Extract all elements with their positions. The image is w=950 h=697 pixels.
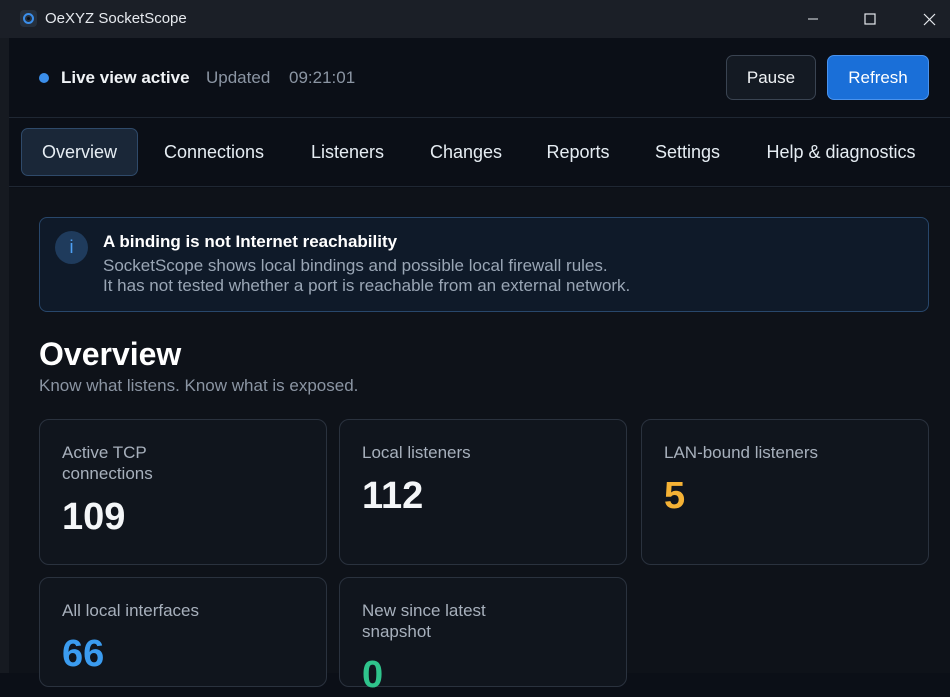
info-text-line: SocketScope shows local bindings and pos… <box>103 256 608 275</box>
tab-reports[interactable]: Reports <box>531 128 625 176</box>
pause-button[interactable]: Pause <box>726 55 816 100</box>
main-content: i A binding is not Internet reachability… <box>9 188 950 696</box>
updated-label: Updated <box>206 68 271 87</box>
updated-time: 09:21:01 <box>289 68 356 87</box>
stat-value: 5 <box>664 475 686 517</box>
stat-label: LAN-bound listeners <box>664 443 819 462</box>
minimize-button[interactable] <box>784 0 842 38</box>
stat-label: All local interfaces <box>62 601 200 620</box>
live-indicator-dot <box>39 73 49 83</box>
tab-listeners[interactable]: Listeners <box>294 128 401 176</box>
refresh-button[interactable]: Refresh <box>827 55 929 100</box>
stat-card-lan-bound[interactable]: LAN-bound listeners 5 <box>641 419 929 565</box>
info-banner: i A binding is not Internet reachability… <box>39 217 929 312</box>
close-button[interactable] <box>900 0 950 38</box>
tab-help-diagnostics[interactable]: Help & diagnostics <box>751 128 931 176</box>
tab-changes[interactable]: Changes <box>414 128 518 176</box>
tab-connections[interactable]: Connections <box>148 128 280 176</box>
main-tabs: Overview Connections Listeners Changes R… <box>9 118 950 187</box>
title-bar: OeXYZ SocketScope <box>0 0 950 38</box>
info-text-line: It has not tested whether a port is reac… <box>103 276 631 295</box>
window-edge <box>0 38 9 673</box>
window-title: OeXYZ SocketScope <box>45 10 187 27</box>
app-icon <box>20 10 37 27</box>
maximize-button[interactable] <box>841 0 899 38</box>
stat-value: 66 <box>62 633 105 675</box>
tab-overview[interactable]: Overview <box>21 128 138 176</box>
info-title: A binding is not Internet reachability <box>103 232 398 251</box>
stat-value: 0 <box>362 654 384 696</box>
stat-card-local-interfaces[interactable]: All local interfaces 66 <box>39 577 327 687</box>
page-subtitle: Know what listens. Know what is exposed. <box>39 376 359 395</box>
page-title: Overview <box>39 336 182 372</box>
stat-value: 109 <box>62 496 126 538</box>
stat-label: Local listeners <box>362 443 471 462</box>
stat-label: Active TCP connections <box>62 443 153 483</box>
stat-card-active-tcp[interactable]: Active TCP connections 109 <box>39 419 327 565</box>
tab-settings[interactable]: Settings <box>639 128 736 176</box>
stat-card-local-listeners[interactable]: Local listeners 112 <box>339 419 627 565</box>
stat-card-new-since-snapshot[interactable]: New since latest snapshot 0 <box>339 577 627 696</box>
minimize-icon <box>808 18 818 20</box>
stat-label: New since latest snapshot <box>362 601 486 641</box>
close-icon <box>923 13 935 25</box>
maximize-icon <box>864 13 876 25</box>
status-header: Live view active Updated 09:21:01 Pause … <box>9 38 950 118</box>
info-icon: i <box>55 231 88 264</box>
live-status-label: Live view active <box>61 68 190 87</box>
stat-value: 112 <box>362 475 424 517</box>
